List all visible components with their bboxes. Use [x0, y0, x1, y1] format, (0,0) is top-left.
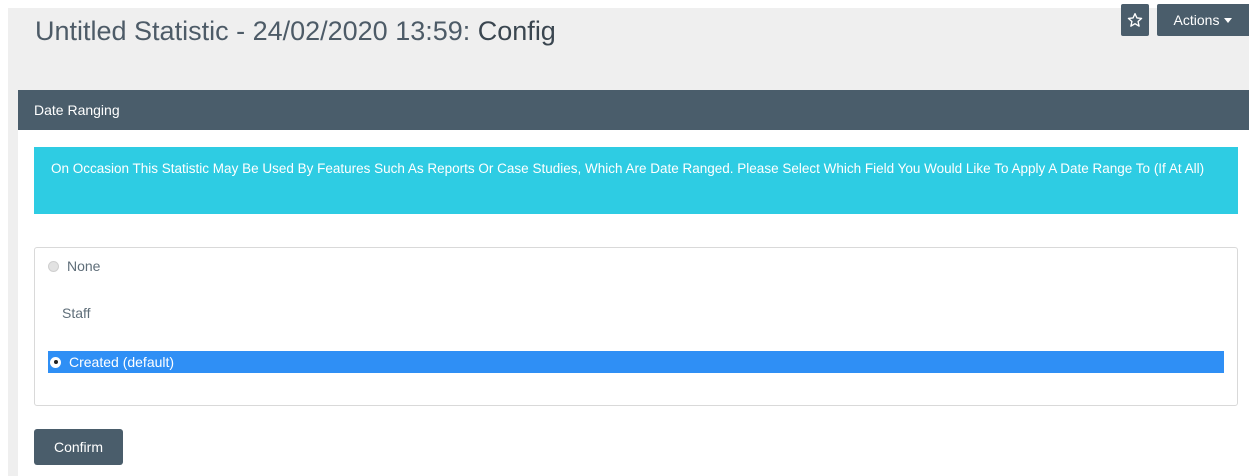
- option-none[interactable]: None: [48, 257, 100, 275]
- option-created-label: Created (default): [69, 354, 175, 370]
- left-strip: [8, 90, 18, 476]
- actions-label: Actions: [1173, 12, 1220, 28]
- page: Untitled Statistic - 24/02/2020 13:59: C…: [0, 0, 1249, 476]
- favourite-button[interactable]: [1121, 4, 1149, 36]
- radio-unselected-icon[interactable]: [48, 260, 59, 272]
- date-ranging-panel: Date Ranging On Occasion This Statistic …: [18, 90, 1249, 476]
- option-none-label: None: [67, 258, 101, 274]
- caret-down-icon: [1224, 17, 1233, 23]
- actions-dropdown-button[interactable]: Actions: [1157, 4, 1249, 36]
- info-alert: On Occasion This Statistic May Be Used B…: [34, 147, 1238, 214]
- option-group-staff: Staff: [62, 305, 91, 321]
- page-title: Untitled Statistic - 24/02/2020 13:59: C…: [35, 14, 556, 48]
- page-title-suffix: Config: [477, 16, 556, 46]
- panel-heading: Date Ranging: [18, 90, 1249, 130]
- radio-selected-icon[interactable]: [50, 356, 61, 368]
- date-field-options: None Staff Created (default): [34, 247, 1238, 406]
- confirm-button[interactable]: Confirm: [34, 429, 123, 465]
- star-icon: [1127, 13, 1143, 27]
- option-created[interactable]: Created (default): [48, 351, 1224, 373]
- page-title-main: Untitled Statistic - 24/02/2020 13:59:: [35, 16, 478, 46]
